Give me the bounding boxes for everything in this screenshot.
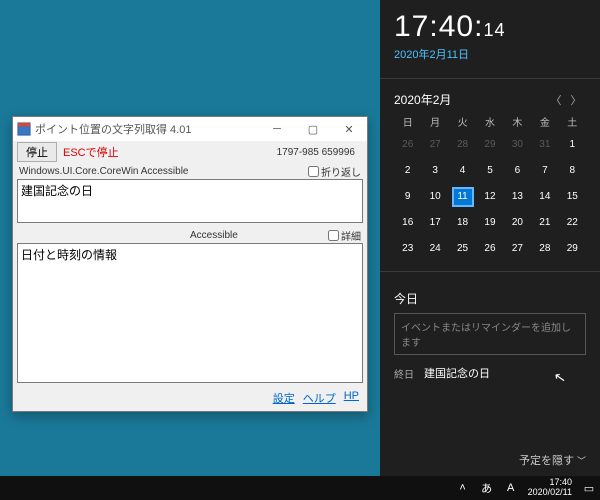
calendar-day[interactable]: 4 xyxy=(452,161,474,181)
month-prev[interactable]: 〈 xyxy=(546,92,566,108)
calendar-day-today[interactable]: 11 xyxy=(452,187,474,207)
calendar-day[interactable]: 17 xyxy=(424,213,446,233)
holiday-row[interactable]: 終日 建国記念の日 ↖ xyxy=(394,365,586,381)
dow-header: 日 xyxy=(394,114,421,129)
footer-links: 設定 ヘルプ HP xyxy=(13,387,367,411)
info-row-1: Windows.UI.Core.CoreWin Accessible 折り返し xyxy=(13,163,367,179)
calendar-day[interactable]: 18 xyxy=(452,213,474,233)
calendar-day[interactable]: 25 xyxy=(452,239,474,259)
mouse-cursor-icon: ↖ xyxy=(553,368,568,387)
ime-hiragana-icon[interactable]: あ xyxy=(480,480,494,496)
stop-button[interactable]: 停止 xyxy=(17,142,57,162)
calendar-day[interactable]: 14 xyxy=(534,187,556,207)
dow-header: 火 xyxy=(449,114,476,129)
calendar-day[interactable]: 24 xyxy=(424,239,446,259)
separator xyxy=(380,78,600,79)
toolbar: 停止 ESCで停止 1797-985 659996 xyxy=(13,141,367,163)
wrap-checkbox-label: 折り返し xyxy=(321,164,361,179)
calendar-day[interactable]: 27 xyxy=(424,135,446,155)
holiday-name: 建国記念の日 xyxy=(424,365,490,381)
hp-link[interactable]: HP xyxy=(344,390,359,406)
calendar-day[interactable]: 20 xyxy=(506,213,528,233)
month-label[interactable]: 2020年2月 xyxy=(394,91,546,108)
detail-checkbox[interactable]: 詳細 xyxy=(328,228,361,243)
calendar-day[interactable]: 9 xyxy=(397,187,419,207)
calendar-day[interactable]: 2 xyxy=(397,161,419,181)
calendar-day[interactable]: 27 xyxy=(506,239,528,259)
dow-header: 金 xyxy=(531,114,558,129)
calendar-day[interactable]: 8 xyxy=(561,161,583,181)
minimize-button[interactable]: ─ xyxy=(259,117,295,141)
settings-link[interactable]: 設定 xyxy=(273,390,295,406)
calendar-grid: 日月火水木金土262728293031123456789101112131415… xyxy=(394,114,586,259)
cursor-coords: 1797-985 659996 xyxy=(277,147,363,158)
taskbar: ˄ あ A 17:40 2020/02/11 ▭ xyxy=(0,476,600,500)
titlebar[interactable]: ポイント位置の文字列取得 4.01 ─ ▢ ✕ xyxy=(13,117,367,141)
app-window: ポイント位置の文字列取得 4.01 ─ ▢ ✕ 停止 ESCで停止 1797-9… xyxy=(12,116,368,412)
separator xyxy=(380,271,600,272)
dow-header: 土 xyxy=(559,114,586,129)
detail-checkbox-label: 詳細 xyxy=(341,228,361,243)
close-button[interactable]: ✕ xyxy=(331,117,367,141)
calendar-day[interactable]: 5 xyxy=(479,161,501,181)
dow-header: 水 xyxy=(476,114,503,129)
detail-checkbox-input[interactable] xyxy=(328,230,339,241)
calendar-day[interactable]: 12 xyxy=(479,187,501,207)
text-output-1[interactable]: 建国記念の日 xyxy=(17,179,363,223)
accessible-label: Accessible xyxy=(190,230,328,241)
add-event-input[interactable]: イベントまたはリマインダーを追加します xyxy=(394,313,586,355)
calendar-day[interactable]: 29 xyxy=(561,239,583,259)
tray-chevron-icon[interactable]: ˄ xyxy=(456,482,470,494)
info-row-2: Accessible 詳細 xyxy=(13,227,367,243)
calendar-day[interactable]: 19 xyxy=(479,213,501,233)
text-output-2[interactable]: 日付と時刻の情報 xyxy=(17,243,363,383)
calendar-day[interactable]: 7 xyxy=(534,161,556,181)
calendar-day[interactable]: 1 xyxy=(561,135,583,155)
hide-agenda-button[interactable]: 予定を隠す﹀ xyxy=(394,452,586,468)
calendar-day[interactable]: 28 xyxy=(534,239,556,259)
window-title: ポイント位置の文字列取得 4.01 xyxy=(35,121,259,137)
maximize-button[interactable]: ▢ xyxy=(295,117,331,141)
calendar-day[interactable]: 6 xyxy=(506,161,528,181)
calendar-day[interactable]: 23 xyxy=(397,239,419,259)
ime-mode-icon[interactable]: A xyxy=(504,482,518,494)
taskbar-clock[interactable]: 17:40 2020/02/11 xyxy=(528,478,572,498)
calendar-day[interactable]: 26 xyxy=(397,135,419,155)
month-next[interactable]: 〉 xyxy=(566,92,586,108)
wrap-checkbox-input[interactable] xyxy=(308,166,319,177)
today-header: 今日 xyxy=(394,290,586,307)
calendar-day[interactable]: 3 xyxy=(424,161,446,181)
calendar-day[interactable]: 29 xyxy=(479,135,501,155)
wrap-checkbox[interactable]: 折り返し xyxy=(308,164,361,179)
dow-header: 木 xyxy=(504,114,531,129)
calendar-day[interactable]: 22 xyxy=(561,213,583,233)
api-label: Windows.UI.Core.CoreWin Accessible xyxy=(19,166,308,177)
calendar-day[interactable]: 15 xyxy=(561,187,583,207)
help-link[interactable]: ヘルプ xyxy=(303,390,336,406)
esc-hint: ESCで停止 xyxy=(63,144,119,160)
calendar-flyout: 17:40:14 2020年2月11日 2020年2月 〈 〉 日月火水木金土2… xyxy=(380,0,600,476)
calendar-day[interactable]: 21 xyxy=(534,213,556,233)
calendar-day[interactable]: 13 xyxy=(506,187,528,207)
calendar-day[interactable]: 26 xyxy=(479,239,501,259)
month-nav: 2020年2月 〈 〉 xyxy=(394,91,586,108)
calendar-day[interactable]: 28 xyxy=(452,135,474,155)
calendar-day[interactable]: 30 xyxy=(506,135,528,155)
calendar-day[interactable]: 16 xyxy=(397,213,419,233)
clock-date[interactable]: 2020年2月11日 xyxy=(394,46,586,62)
allday-tag: 終日 xyxy=(394,366,414,381)
app-icon xyxy=(17,122,31,136)
calendar-day[interactable]: 31 xyxy=(534,135,556,155)
calendar-day[interactable]: 10 xyxy=(424,187,446,207)
dow-header: 月 xyxy=(421,114,448,129)
clock-time: 17:40:14 xyxy=(394,10,586,44)
notifications-icon[interactable]: ▭ xyxy=(582,482,596,495)
